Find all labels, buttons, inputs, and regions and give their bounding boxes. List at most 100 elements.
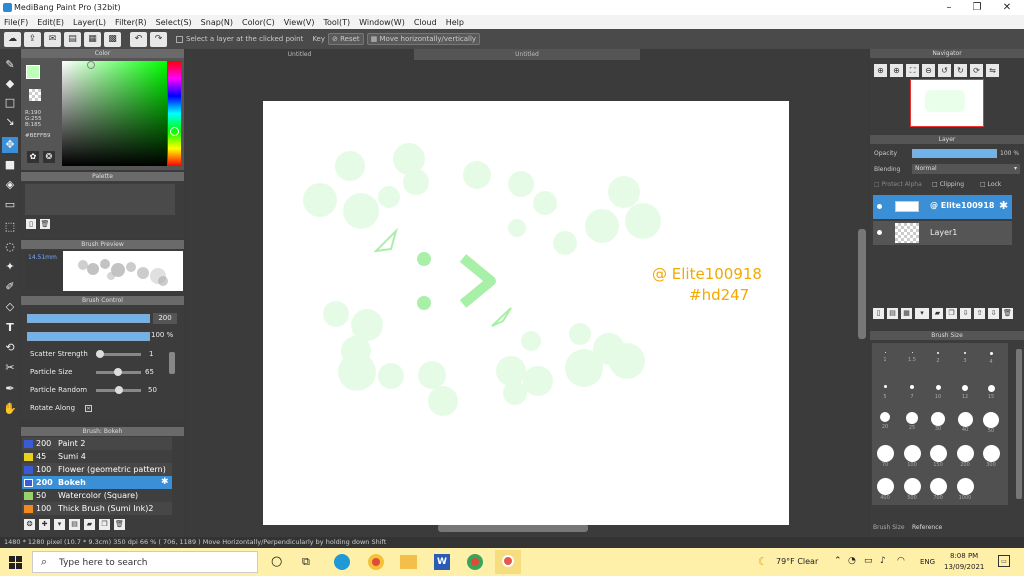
eye-icon[interactable] [877, 230, 882, 235]
grid-icon[interactable]: ▩ [104, 31, 121, 47]
weather-text[interactable]: 79°F Clear [776, 557, 818, 566]
delete-palette-icon[interactable]: 🗑 [40, 219, 50, 229]
document-icon[interactable]: ▤ [64, 31, 81, 47]
menu-help[interactable]: Help [446, 18, 464, 27]
cortana-icon[interactable]: ○ [271, 554, 282, 569]
reset-rotation-icon[interactable]: ⟳ [970, 64, 983, 77]
brush-size-cell[interactable]: 30 [925, 412, 951, 432]
minimize-button[interactable]: – [934, 0, 964, 15]
brush-size-cell[interactable]: 100 [899, 445, 925, 468]
operation-tool-icon[interactable]: ⟲ [2, 340, 18, 356]
lasso-tool-icon[interactable]: ◌ [2, 239, 18, 255]
particle-size-slider[interactable] [96, 368, 141, 376]
zoom-in-alt-icon[interactable]: ⊕ [890, 64, 903, 77]
brush-size-cell[interactable]: 40 [952, 412, 978, 433]
brush-size-cell[interactable]: 1.5 [899, 349, 925, 363]
clock-time[interactable]: 8:08 PM [950, 552, 978, 560]
rotate-left-icon[interactable]: ↺ [938, 64, 951, 77]
merge-down-icon[interactable]: ⇩ [960, 308, 971, 319]
menu-color[interactable]: Color(C) [242, 18, 275, 27]
layer-down-icon[interactable]: ⇩ [988, 308, 999, 319]
brush-item-selected[interactable]: 200 Bokeh ✱ [22, 476, 172, 489]
horizontal-scrollbar[interactable] [438, 524, 588, 532]
palette-icon[interactable]: ✿ [27, 151, 39, 163]
brush-size-cell[interactable]: 3 [952, 349, 978, 364]
menu-filter[interactable]: Filter(R) [115, 18, 147, 27]
brush-folder-icon[interactable]: ▰ [84, 519, 95, 530]
magic-wand-tool-icon[interactable]: ✦ [2, 259, 18, 275]
maximize-button[interactable]: ❐ [962, 0, 992, 15]
zoom-out-icon[interactable]: ⊖ [922, 64, 935, 77]
network-icon[interactable]: ◔ [848, 556, 856, 566]
rotate-right-icon[interactable]: ↻ [954, 64, 967, 77]
menu-tool[interactable]: Tool(T) [323, 18, 350, 27]
gradient-tool-icon[interactable]: ▭ [2, 197, 18, 213]
menu-edit[interactable]: Edit(E) [37, 18, 64, 27]
protect-alpha-checkbox[interactable]: □ Protect Alpha [874, 181, 922, 188]
delete-layer-icon[interactable]: 🗑 [1002, 308, 1013, 319]
brush-item[interactable]: 100Flower (geometric pattern) 2 [22, 463, 172, 487]
select-eraser-tool-icon[interactable]: ◇ [2, 299, 18, 315]
scatter-strength-slider[interactable] [96, 350, 141, 358]
layer-up-icon[interactable]: ⇧ [974, 308, 985, 319]
layer-row[interactable]: Layer1 [873, 221, 1012, 245]
brush-tool-icon[interactable]: ✎ [2, 57, 18, 73]
divide-tool-icon[interactable]: ✂ [2, 360, 18, 376]
menu-layer[interactable]: Layer(L) [73, 18, 106, 27]
menu-file[interactable]: File(F) [4, 18, 28, 27]
doc-tab[interactable]: Untitled [414, 49, 640, 60]
foreground-color-swatch[interactable] [26, 65, 40, 79]
brush-size-cell[interactable]: 15 [978, 383, 1004, 400]
brush-size-cell[interactable]: 300 [978, 445, 1004, 468]
new-8bit-layer-icon[interactable]: ▦ [901, 308, 912, 319]
brush-size-scrollbar[interactable] [1016, 349, 1022, 499]
brush-size-cell[interactable]: 10 [925, 383, 951, 400]
select-layer-checkbox[interactable] [176, 35, 183, 43]
layer-row-selected[interactable]: @ Elite100918 ✱ [873, 195, 1012, 219]
lock-checkbox[interactable]: □ Lock [980, 181, 1001, 188]
brush-settings-icon[interactable]: ✱ [161, 476, 169, 489]
new-halftone-layer-icon[interactable]: ▤ [887, 308, 898, 319]
brush-item[interactable]: 100 Thick Brush (Sumi Ink)2 [22, 502, 172, 515]
wifi-icon[interactable]: ◠ [897, 556, 905, 566]
brush-size-cell[interactable]: 50 [978, 412, 1004, 434]
clipping-checkbox[interactable]: □ Clipping [932, 181, 964, 188]
select-pen-tool-icon[interactable]: ✐ [2, 279, 18, 295]
reset-button[interactable]: ⊘ Reset [328, 33, 364, 45]
brush-size-cell[interactable]: 7 [899, 383, 925, 400]
fit-icon[interactable]: ⛶ [906, 64, 919, 77]
eyedropper-tool-icon[interactable]: ✒ [2, 381, 18, 397]
line-tool-icon[interactable]: ↘ [2, 114, 18, 130]
file-explorer-icon[interactable] [400, 555, 417, 569]
select-rect-tool-icon[interactable]: ⬚ [2, 219, 18, 235]
flip-icon[interactable]: ⇋ [986, 64, 999, 77]
brush-size-cell[interactable]: 500 [899, 478, 925, 501]
brush-size-cell[interactable]: 150 [925, 445, 951, 468]
new-layer-icon[interactable]: ▯ [873, 308, 884, 319]
brush-opacity-slider[interactable] [27, 332, 150, 341]
film-icon[interactable]: ▦ [84, 31, 101, 47]
layer-folder-icon[interactable]: ▰ [932, 308, 943, 319]
brush-size-slider[interactable] [27, 314, 150, 323]
hue-cursor[interactable] [170, 127, 179, 136]
taskbar-search[interactable]: ⌕ Type here to search [32, 551, 258, 573]
brush-size-cell[interactable]: 1 [872, 349, 898, 363]
brush-size-cell[interactable]: 700 [925, 478, 951, 501]
drawing-canvas[interactable]: @ Elite100918 #hd247 [263, 101, 789, 525]
chrome-icon[interactable] [368, 554, 384, 570]
eye-icon[interactable] [877, 204, 882, 209]
windows-start-icon[interactable] [9, 556, 22, 569]
clock-date[interactable]: 13/09/2021 [944, 563, 984, 571]
palette-area[interactable] [25, 184, 175, 215]
menu-window[interactable]: Window(W) [359, 18, 405, 27]
text-tool-icon[interactable]: T [2, 320, 18, 336]
edge-icon[interactable] [334, 554, 350, 570]
brush-size-cell[interactable]: 12 [952, 383, 978, 400]
brush-size-cell[interactable]: 4 [978, 349, 1004, 365]
duplicate-layer-icon[interactable]: ❐ [946, 308, 957, 319]
move-hv-button[interactable]: ▦ Move horizontally/vertically [366, 33, 481, 45]
add-brush-icon[interactable]: ✚ [39, 519, 50, 530]
undo-icon[interactable]: ↶ [130, 31, 147, 47]
brush-size-cell[interactable]: 2 [925, 349, 951, 364]
brush-size-tab[interactable]: Brush Size [873, 524, 905, 531]
